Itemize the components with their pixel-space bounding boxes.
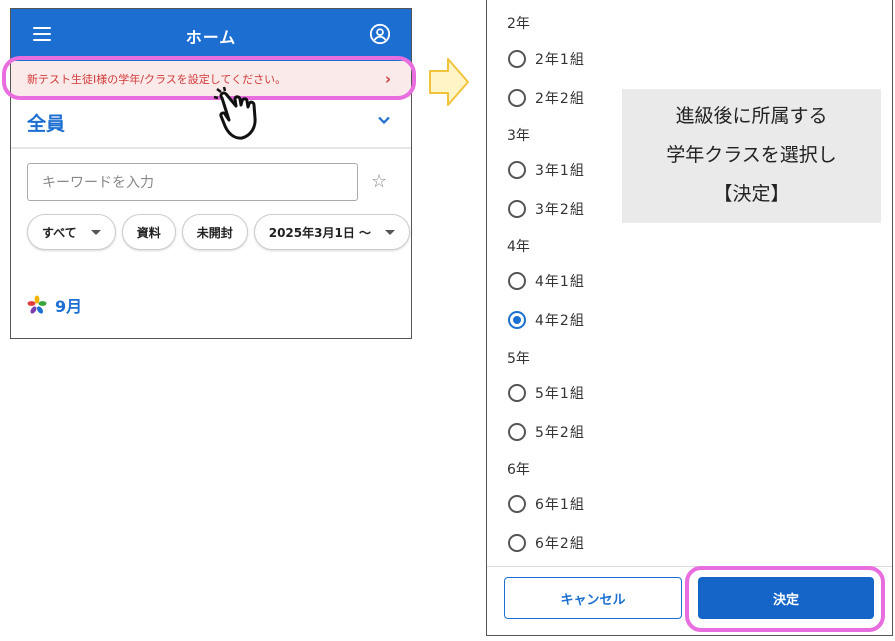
flower-logo-icon <box>27 295 47 314</box>
radio-option[interactable]: 6年2組 <box>508 532 585 554</box>
radio-option-selected[interactable]: 4年2組 <box>508 309 585 331</box>
filter-chip-all[interactable]: すべて <box>27 214 116 250</box>
radio-label: 6年1組 <box>535 497 585 513</box>
chip-label: 未開封 <box>196 225 233 240</box>
radio-button[interactable] <box>508 200 526 218</box>
radio-button[interactable] <box>508 534 526 552</box>
radio-label: 2年2組 <box>535 91 585 107</box>
radio-option[interactable]: 3年2組 <box>508 198 585 220</box>
filter-chip-materials[interactable]: 資料 <box>121 214 176 250</box>
grade-header: 3年 <box>507 128 530 144</box>
chip-label: 資料 <box>136 225 161 240</box>
notice-highlight <box>2 56 416 100</box>
radio-label: 3年1組 <box>535 163 585 179</box>
cancel-button[interactable]: キャンセル <box>504 577 682 619</box>
radio-label: 5年1組 <box>535 386 585 402</box>
grade-header: 2年 <box>507 16 530 32</box>
radio-option[interactable]: 4年1組 <box>508 270 585 292</box>
filter-chip-unopened[interactable]: 未開封 <box>181 214 248 250</box>
group-selector[interactable]: 全員 <box>11 105 411 145</box>
radio-label: 4年1組 <box>535 274 585 290</box>
pointing-hand-icon <box>213 86 257 140</box>
callout-line: 進級後に所属する <box>675 105 828 127</box>
instruction-callout: 進級後に所属する 学年クラスを選択し 【決定】 <box>622 89 881 223</box>
divider <box>11 147 411 149</box>
radio-option[interactable]: 6年1組 <box>508 493 585 515</box>
grade-header: 4年 <box>507 239 530 255</box>
radio-option[interactable]: 3年1組 <box>508 159 585 181</box>
radio-button[interactable] <box>508 50 526 68</box>
month-label: 9月 <box>55 297 83 316</box>
app-header: ホーム <box>11 9 411 61</box>
month-section-header: 9月 <box>27 293 82 317</box>
grade-header: 5年 <box>507 351 530 367</box>
dropdown-triangle-icon <box>90 229 101 235</box>
search-placeholder: キーワードを入力 <box>42 175 154 191</box>
radio-button[interactable] <box>508 161 526 179</box>
radio-label: 5年2組 <box>535 425 585 441</box>
radio-button-checked[interactable] <box>508 311 526 329</box>
radio-button[interactable] <box>508 384 526 402</box>
filter-chip-date[interactable]: 2025年3月1日 〜 <box>253 214 410 250</box>
radio-label: 2年1組 <box>535 52 585 68</box>
radio-option[interactable]: 2年2組 <box>508 87 585 109</box>
grade-header: 6年 <box>507 462 530 478</box>
radio-option[interactable]: 2年1組 <box>508 48 585 70</box>
radio-button[interactable] <box>508 495 526 513</box>
account-icon[interactable] <box>369 23 391 45</box>
star-icon[interactable]: ☆ <box>371 171 387 192</box>
chevron-down-icon <box>378 116 390 125</box>
search-input[interactable]: キーワードを入力 <box>27 163 358 201</box>
right-arrow-icon <box>429 58 469 106</box>
radio-option[interactable]: 5年1組 <box>508 382 585 404</box>
radio-label: 3年2組 <box>535 202 585 218</box>
radio-label: 6年2組 <box>535 536 585 552</box>
group-label: 全員 <box>27 113 66 135</box>
decide-highlight <box>685 566 885 632</box>
radio-button[interactable] <box>508 272 526 290</box>
callout-line: 【決定】 <box>713 183 790 205</box>
dropdown-triangle-icon <box>385 229 395 235</box>
callout-line: 学年クラスを選択し <box>666 144 837 166</box>
radio-button[interactable] <box>508 423 526 441</box>
page-title: ホーム <box>185 28 237 47</box>
filter-chips: すべて 資料 未開封 2025年3月1日 〜 <box>27 214 411 250</box>
radio-label: 4年2組 <box>535 313 585 329</box>
radio-option[interactable]: 5年2組 <box>508 421 585 443</box>
class-select-screen: 2年 2年1組 2年2組 3年 3年1組 3年2組 4年 4年1組 4年2組 5… <box>486 0 893 636</box>
chip-label: すべて <box>42 225 77 240</box>
chip-label: 2025年3月1日 〜 <box>268 225 371 240</box>
radio-button[interactable] <box>508 89 526 107</box>
